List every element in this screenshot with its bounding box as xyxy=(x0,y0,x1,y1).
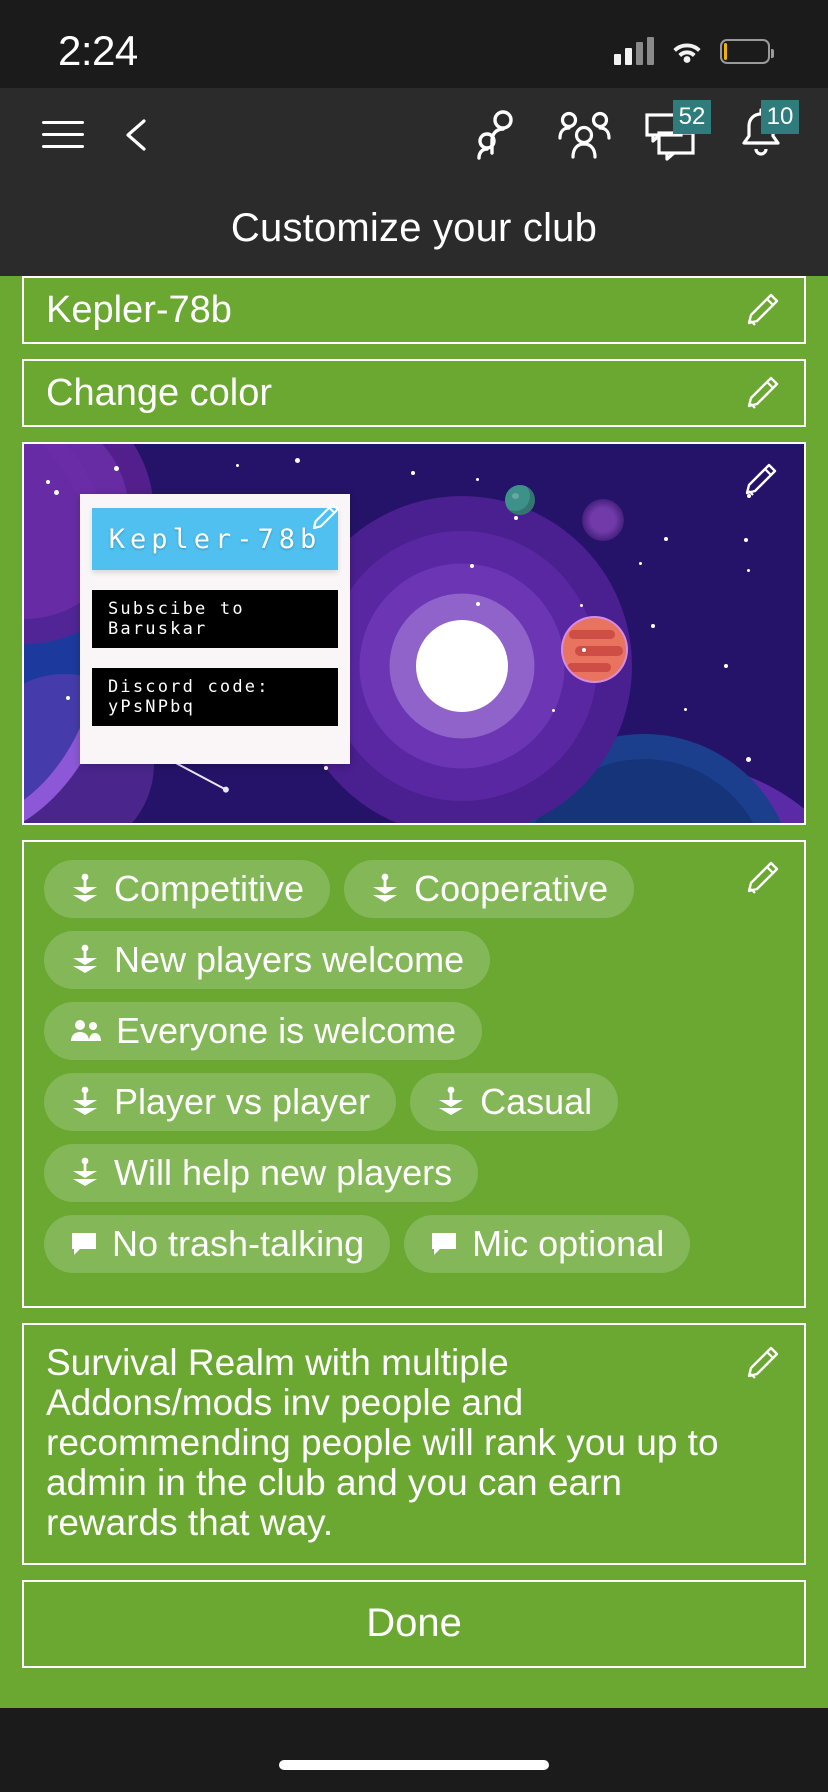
tag-casual[interactable]: Casual xyxy=(410,1073,619,1131)
tag-no-trash-talking[interactable]: No trash-talking xyxy=(44,1215,391,1273)
tag-label: Will help new players xyxy=(114,1152,453,1193)
notifications-bell-icon[interactable]: 10 xyxy=(724,98,799,172)
change-color-label: Change color xyxy=(46,371,273,414)
back-arrow-icon[interactable] xyxy=(110,98,184,172)
pencil-icon[interactable] xyxy=(742,858,782,898)
wifi-icon xyxy=(673,43,701,63)
faint-purple-planet xyxy=(582,499,624,541)
pencil-icon[interactable] xyxy=(308,500,342,534)
status-time: 2:24 xyxy=(58,27,138,74)
joystick-icon xyxy=(73,944,97,973)
tag-row: Player vs player Casual xyxy=(44,1073,784,1131)
joystick-icon xyxy=(73,873,97,902)
club-card-chip-text: Subscibe to Baruskar xyxy=(108,599,245,639)
club-card-preview[interactable]: Kepler-78b Subscibe to Baruskar Discord … xyxy=(80,494,350,764)
club-card-chip-text: Discord code: yPsNPbq xyxy=(108,677,270,717)
tag-label: No trash-talking xyxy=(112,1223,365,1264)
chat-bubble-icon xyxy=(432,1233,457,1255)
tag-cooperative[interactable]: Cooperative xyxy=(344,860,635,918)
status-indicators xyxy=(614,37,774,65)
friends-icon[interactable] xyxy=(460,98,534,172)
tag-new-players-welcome[interactable]: New players welcome xyxy=(44,931,491,989)
tag-will-help-new-players[interactable]: Will help new players xyxy=(44,1144,479,1202)
tag-label: Competitive xyxy=(114,868,305,909)
app-bar: 52 10 xyxy=(0,88,828,181)
change-color-field[interactable]: Change color xyxy=(22,359,806,427)
club-card-chip: Subscibe to Baruskar xyxy=(92,590,338,648)
pencil-icon[interactable] xyxy=(742,373,782,413)
tag-competitive[interactable]: Competitive xyxy=(44,860,331,918)
tag-everyone-is-welcome[interactable]: Everyone is welcome xyxy=(44,1002,483,1060)
page-title: Customize your club xyxy=(230,206,598,250)
tag-row: Will help new players xyxy=(44,1144,784,1202)
pencil-icon[interactable] xyxy=(740,460,780,500)
tag-label: New players welcome xyxy=(114,939,465,980)
pencil-icon[interactable] xyxy=(742,290,782,330)
hamburger-menu-icon[interactable] xyxy=(26,98,100,172)
teal-planet xyxy=(505,485,535,515)
club-description-text: Survival Realm with multiple Addons/mods… xyxy=(46,1342,719,1543)
club-name-field[interactable]: Kepler-78b xyxy=(22,276,806,344)
battery-icon xyxy=(720,38,774,64)
club-name-value: Kepler-78b xyxy=(46,288,232,331)
notifications-badge: 10 xyxy=(761,99,799,134)
tag-player-vs-player[interactable]: Player vs player xyxy=(44,1073,397,1131)
messages-icon[interactable]: 52 xyxy=(636,98,711,172)
page-title-bar: Customize your club xyxy=(0,181,828,276)
red-planet xyxy=(563,618,626,681)
pencil-icon[interactable] xyxy=(742,1343,782,1383)
club-card-title-bar[interactable]: Kepler-78b xyxy=(92,503,339,570)
done-button-label: Done xyxy=(366,1601,462,1646)
joystick-icon xyxy=(373,873,398,902)
done-button[interactable]: Done xyxy=(22,1579,806,1668)
tag-row: Everyone is welcome xyxy=(44,1002,784,1060)
signal-icon xyxy=(614,37,654,65)
customize-form: Kepler-78b Change color Kepler-78b Subsc… xyxy=(0,276,828,1708)
joystick-icon xyxy=(439,1086,464,1115)
joystick-icon xyxy=(73,1086,97,1115)
people-icon xyxy=(71,1020,101,1041)
club-description-section[interactable]: Survival Realm with multiple Addons/mods… xyxy=(22,1323,806,1565)
phone-screen: 2:24 52 10 Customize your club Kepler-78… xyxy=(0,0,828,1792)
tag-row: Competitive Cooperative xyxy=(44,860,784,918)
home-indicator[interactable] xyxy=(279,1760,549,1770)
tag-label: Everyone is welcome xyxy=(116,1010,457,1051)
party-group-icon[interactable] xyxy=(548,98,622,172)
status-bar: 2:24 xyxy=(0,0,828,88)
club-banner[interactable]: Kepler-78b Subscibe to Baruskar Discord … xyxy=(22,442,806,825)
club-card-title: Kepler-78b xyxy=(108,523,322,555)
tag-row: No trash-talking Mic optional xyxy=(44,1215,784,1273)
joystick-icon xyxy=(73,1157,97,1186)
club-tags-section[interactable]: Competitive Cooperative New players welc… xyxy=(22,840,806,1308)
messages-badge: 52 xyxy=(673,99,711,134)
tag-label: Casual xyxy=(480,1081,593,1122)
tag-label: Mic optional xyxy=(472,1223,665,1264)
tag-label: Player vs player xyxy=(114,1081,371,1122)
tag-mic-optional[interactable]: Mic optional xyxy=(404,1215,691,1273)
tag-label: Cooperative xyxy=(414,868,609,909)
home-bar xyxy=(0,1708,828,1792)
tag-row: New players welcome xyxy=(44,931,784,989)
chat-bubble-icon xyxy=(72,1233,96,1255)
club-card-chip: Discord code: yPsNPbq xyxy=(92,668,338,726)
